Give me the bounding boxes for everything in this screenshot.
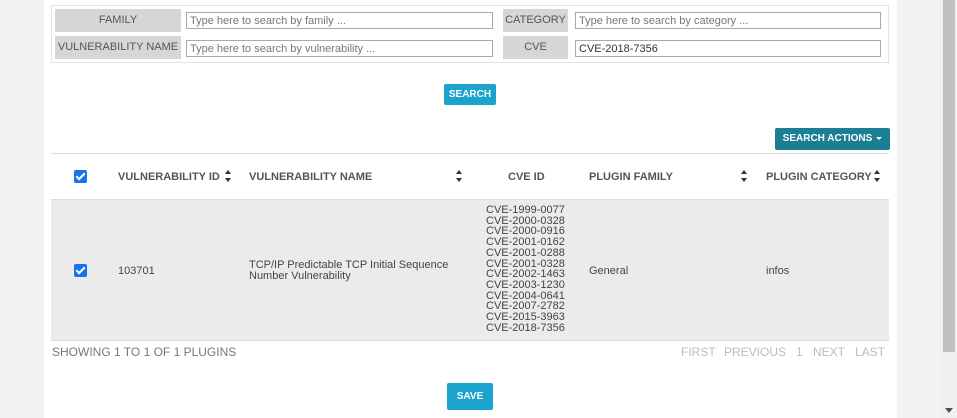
sort-plugin-category-icon[interactable] xyxy=(873,170,881,182)
category-search-input[interactable] xyxy=(575,12,881,29)
search-actions-label: SEARCH ACTIONS xyxy=(782,133,873,144)
caret-down-icon xyxy=(876,136,883,140)
pagination-last[interactable]: LAST xyxy=(855,345,885,359)
sort-vulnerability-name-icon[interactable] xyxy=(455,170,463,182)
category-label: CATEGORY xyxy=(503,9,568,32)
cve-id-item: CVE-2018-7356 xyxy=(486,321,565,334)
header-vulnerability-name[interactable]: VULNERABILITY NAME xyxy=(249,171,372,183)
table-top-border xyxy=(51,153,889,154)
row-vulnerability-name: TCP/IP Predictable TCP Initial Sequence … xyxy=(249,260,448,281)
save-button-label: SAVE xyxy=(456,391,484,402)
sort-plugin-family-icon[interactable] xyxy=(740,170,748,182)
cve-label: CVE xyxy=(503,36,568,59)
scroll-down-arrow-icon[interactable] xyxy=(945,408,953,413)
table-row[interactable] xyxy=(51,200,889,340)
sort-vulnerability-id-icon[interactable] xyxy=(224,170,232,182)
pagination-page[interactable]: 1 xyxy=(796,345,803,359)
row-plugin-family: General xyxy=(589,265,629,277)
header-vulnerability-id[interactable]: VULNERABILITY ID xyxy=(118,171,220,183)
pagination-next[interactable]: NEXT xyxy=(813,345,845,359)
select-all-checkbox[interactable] xyxy=(74,170,87,183)
showing-count: SHOWING 1 TO 1 OF 1 PLUGINS xyxy=(52,345,237,359)
scrollbar-thumb[interactable] xyxy=(943,0,955,352)
family-search-input[interactable] xyxy=(186,12,493,29)
header-plugin-category[interactable]: PLUGIN CATEGORY xyxy=(766,171,872,183)
row-vulnerability-name-line2: Number Vulnerability xyxy=(249,269,351,282)
vertical-scrollbar[interactable] xyxy=(941,0,957,418)
search-button-label: SEARCH xyxy=(448,89,492,100)
cve-id-item: CVE-2001-0288 xyxy=(486,246,565,259)
cve-search-input[interactable] xyxy=(575,40,881,57)
search-actions-button[interactable]: SEARCH ACTIONS xyxy=(775,128,890,150)
header-cve-id: CVE ID xyxy=(508,171,545,183)
row-vulnerability-name-line1: TCP/IP Predictable TCP Initial Sequence xyxy=(249,259,449,271)
row-plugin-category: infos xyxy=(766,265,790,277)
table-bottom-border xyxy=(51,340,889,341)
row-checkbox[interactable] xyxy=(74,264,87,277)
vulnerability-name-label: VULNERABILITY NAME xyxy=(55,36,181,59)
pagination-first[interactable]: FIRST xyxy=(681,345,716,359)
row-cve-list: CVE-1999-0077 CVE-2000-0328 CVE-2000-091… xyxy=(486,205,565,333)
header-plugin-family[interactable]: PLUGIN FAMILY xyxy=(589,171,673,183)
vulnerability-name-search-input[interactable] xyxy=(186,40,493,57)
search-button[interactable]: SEARCH xyxy=(444,84,496,105)
row-vulnerability-id: 103701 xyxy=(118,265,155,277)
pagination-previous[interactable]: PREVIOUS xyxy=(724,345,786,359)
save-button[interactable]: SAVE xyxy=(447,383,493,410)
family-label: FAMILY xyxy=(55,9,181,32)
